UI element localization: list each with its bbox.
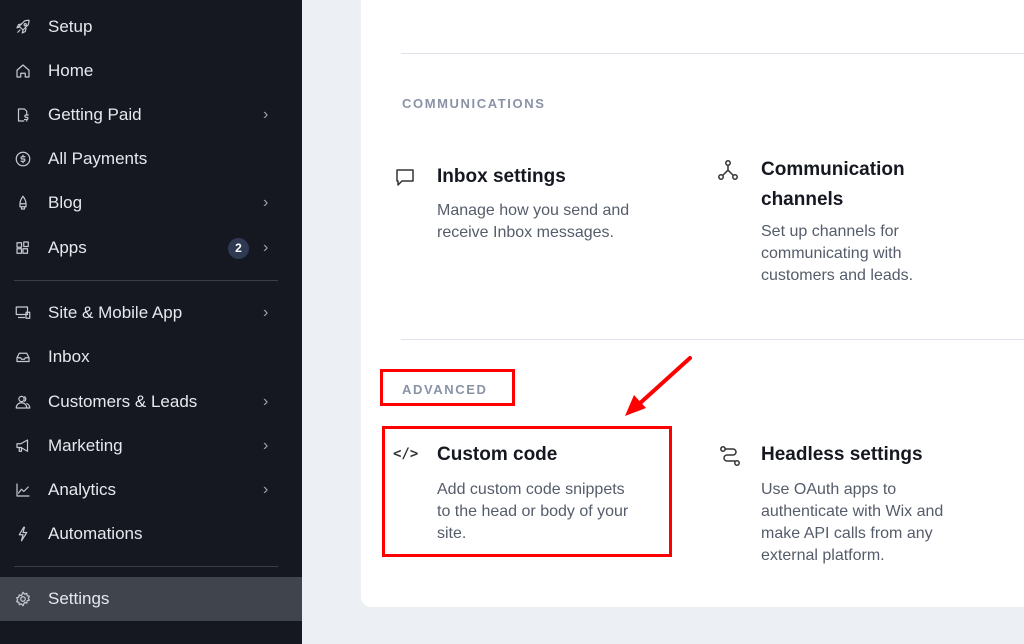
notification-badge: 2: [228, 237, 249, 259]
item-description: Use OAuth apps to authenticate with Wix …: [761, 481, 944, 564]
sidebar-item-label: Blog: [48, 193, 83, 212]
chevron-right-icon: ›: [263, 106, 269, 123]
chevron-right-icon: ›: [263, 239, 269, 256]
chevron-right-icon: ›: [263, 437, 269, 454]
sidebar-item-automations[interactable]: Automations: [0, 512, 302, 556]
item-description: Set up channels for communicating with c…: [761, 223, 914, 284]
sidebar-item-inbox[interactable]: Inbox: [0, 335, 302, 379]
sidebar-item-all-payments[interactable]: All Payments: [0, 137, 302, 181]
sidebar-divider: [14, 280, 278, 281]
sidebar-item-apps[interactable]: Apps 2 ›: [0, 226, 302, 270]
highlight-box-advanced: [380, 369, 515, 406]
network-nodes-icon: [716, 158, 740, 182]
home-icon: [12, 60, 34, 82]
people-icon: [12, 391, 34, 413]
megaphone-icon: [12, 435, 34, 457]
item-title[interactable]: Headless settings: [761, 440, 923, 470]
sidebar-item-label: Getting Paid: [48, 105, 142, 124]
sidebar-item-analytics[interactable]: Analytics ›: [0, 468, 302, 512]
sidebar-item-label: Home: [48, 61, 94, 80]
sidebar-item-home[interactable]: Home: [0, 49, 302, 93]
chevron-right-icon: ›: [263, 194, 269, 211]
sidebar-item-label: Automations: [48, 524, 143, 543]
chat-bubble-icon: [393, 165, 417, 189]
sidebar-divider: [14, 566, 278, 567]
chevron-right-icon: ›: [263, 481, 269, 498]
sidebar-item-label: Marketing: [48, 436, 123, 455]
gear-icon: [12, 588, 34, 610]
sidebar-item-setup[interactable]: Setup: [0, 5, 302, 49]
invoice-dollar-icon: [12, 104, 34, 126]
sidebar-item-getting-paid[interactable]: Getting Paid ›: [0, 93, 302, 137]
sidebar-item-label: Inbox: [48, 347, 90, 366]
sidebar: Setup Home Getting Paid › All Payments B…: [0, 0, 302, 644]
sidebar-item-label: Customers & Leads: [48, 392, 198, 411]
section-divider: [401, 53, 1024, 54]
rocket-icon: [12, 16, 34, 38]
highlight-box-custom-code: [382, 426, 672, 557]
apps-grid-icon: [12, 237, 34, 259]
item-description: Manage how you send and receive Inbox me…: [437, 202, 630, 241]
pen-nib-icon: [12, 192, 34, 214]
sidebar-item-blog[interactable]: Blog ›: [0, 181, 302, 225]
lightning-icon: [12, 523, 34, 545]
sidebar-item-customers-leads[interactable]: Customers & Leads ›: [0, 380, 302, 424]
sidebar-item-label: All Payments: [48, 149, 148, 168]
item-title[interactable]: Inbox settings: [437, 162, 566, 192]
sidebar-item-label: Setup: [48, 17, 93, 36]
sidebar-item-label: Site & Mobile App: [48, 303, 183, 322]
sidebar-item-settings[interactable]: Settings: [0, 577, 302, 621]
inbox-icon: [12, 346, 34, 368]
sidebar-item-marketing[interactable]: Marketing ›: [0, 424, 302, 468]
sidebar-item-label: Settings: [48, 589, 110, 608]
sidebar-item-label: Analytics: [48, 480, 117, 499]
chevron-right-icon: ›: [263, 304, 269, 321]
section-divider: [401, 339, 1024, 340]
annotation-arrow-icon: [625, 356, 692, 416]
item-title[interactable]: Communication channels: [761, 155, 905, 215]
devices-icon: [12, 302, 34, 324]
sidebar-item-label: Apps: [48, 238, 87, 257]
chart-line-icon: [12, 479, 34, 501]
dollar-circle-icon: [12, 148, 34, 170]
section-heading-communications: COMMUNICATIONS: [402, 96, 546, 111]
route-icon: [718, 444, 742, 468]
sidebar-item-site-mobile-app[interactable]: Site & Mobile App ›: [0, 291, 302, 335]
chevron-right-icon: ›: [263, 393, 269, 410]
